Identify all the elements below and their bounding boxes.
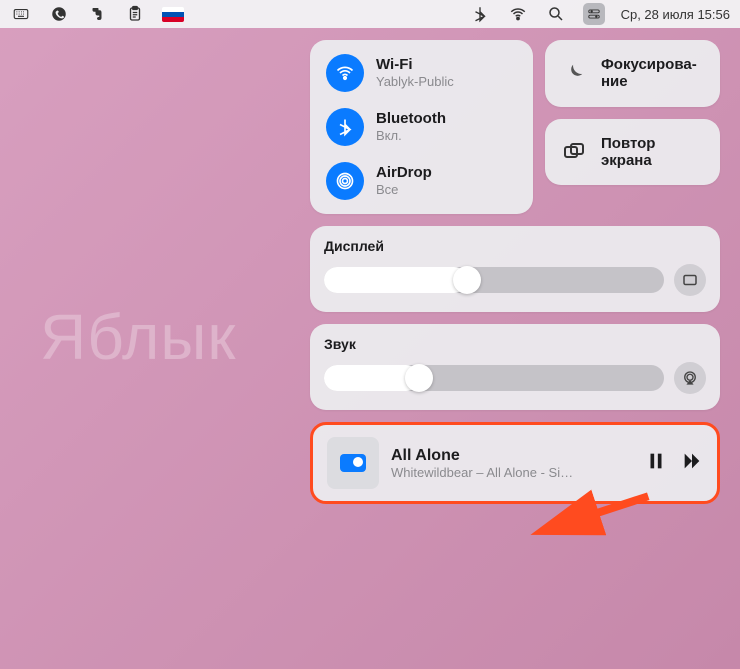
bluetooth-row[interactable]: Bluetooth Вкл. [326, 108, 517, 146]
control-center-icon[interactable] [583, 3, 605, 25]
viber-icon[interactable] [48, 3, 70, 25]
screen-mirroring-icon [559, 140, 589, 164]
airdrop-title: AirDrop [376, 164, 432, 182]
input-source-russian-flag[interactable] [162, 7, 184, 22]
focus-tile[interactable]: Фокусирова- ние [545, 40, 720, 107]
display-options-button[interactable] [674, 264, 706, 296]
sound-slider[interactable] [324, 365, 664, 391]
wifi-subtitle: Yablyk-Public [376, 74, 454, 90]
menubar-datetime[interactable]: Ср, 28 июля 15:56 [621, 7, 730, 22]
wifi-row[interactable]: Wi-Fi Yablyk-Public [326, 54, 517, 92]
display-label: Дисплей [324, 238, 706, 254]
bluetooth-menubar-icon[interactable] [469, 3, 491, 25]
airdrop-row[interactable]: AirDrop Все [326, 162, 517, 200]
sound-label: Звук [324, 336, 706, 352]
display-slider[interactable] [324, 267, 664, 293]
pause-button[interactable] [645, 450, 667, 477]
sound-tile: Звук [310, 324, 720, 410]
keyboard-icon[interactable] [10, 3, 32, 25]
menubar: Ср, 28 июля 15:56 [0, 0, 740, 28]
display-tile: Дисплей [310, 226, 720, 312]
next-track-button[interactable] [681, 450, 703, 477]
bluetooth-title: Bluetooth [376, 110, 446, 128]
airdrop-subtitle: Все [376, 182, 432, 198]
control-center-panel: Wi-Fi Yablyk-Public Bluetooth Вкл. AirDr… [310, 40, 720, 504]
bluetooth-subtitle: Вкл. [376, 128, 446, 144]
moon-icon [559, 62, 589, 84]
clipboard-icon[interactable] [124, 3, 146, 25]
connectivity-tile: Wi-Fi Yablyk-Public Bluetooth Вкл. AirDr… [310, 40, 533, 214]
spotlight-icon[interactable] [545, 3, 567, 25]
screen-mirroring-label: Повтор экрана [601, 135, 655, 170]
focus-label: Фокусирова- ние [601, 56, 697, 91]
screen-mirroring-tile[interactable]: Повтор экрана [545, 119, 720, 186]
wifi-title: Wi-Fi [376, 56, 454, 74]
evernote-icon[interactable] [86, 3, 108, 25]
airdrop-icon [326, 162, 364, 200]
album-art [327, 437, 379, 489]
airplay-audio-button[interactable] [674, 362, 706, 394]
bluetooth-icon [326, 108, 364, 146]
watermark-text: Яблык [40, 300, 236, 374]
wifi-icon [326, 54, 364, 92]
wifi-menubar-icon[interactable] [507, 3, 529, 25]
